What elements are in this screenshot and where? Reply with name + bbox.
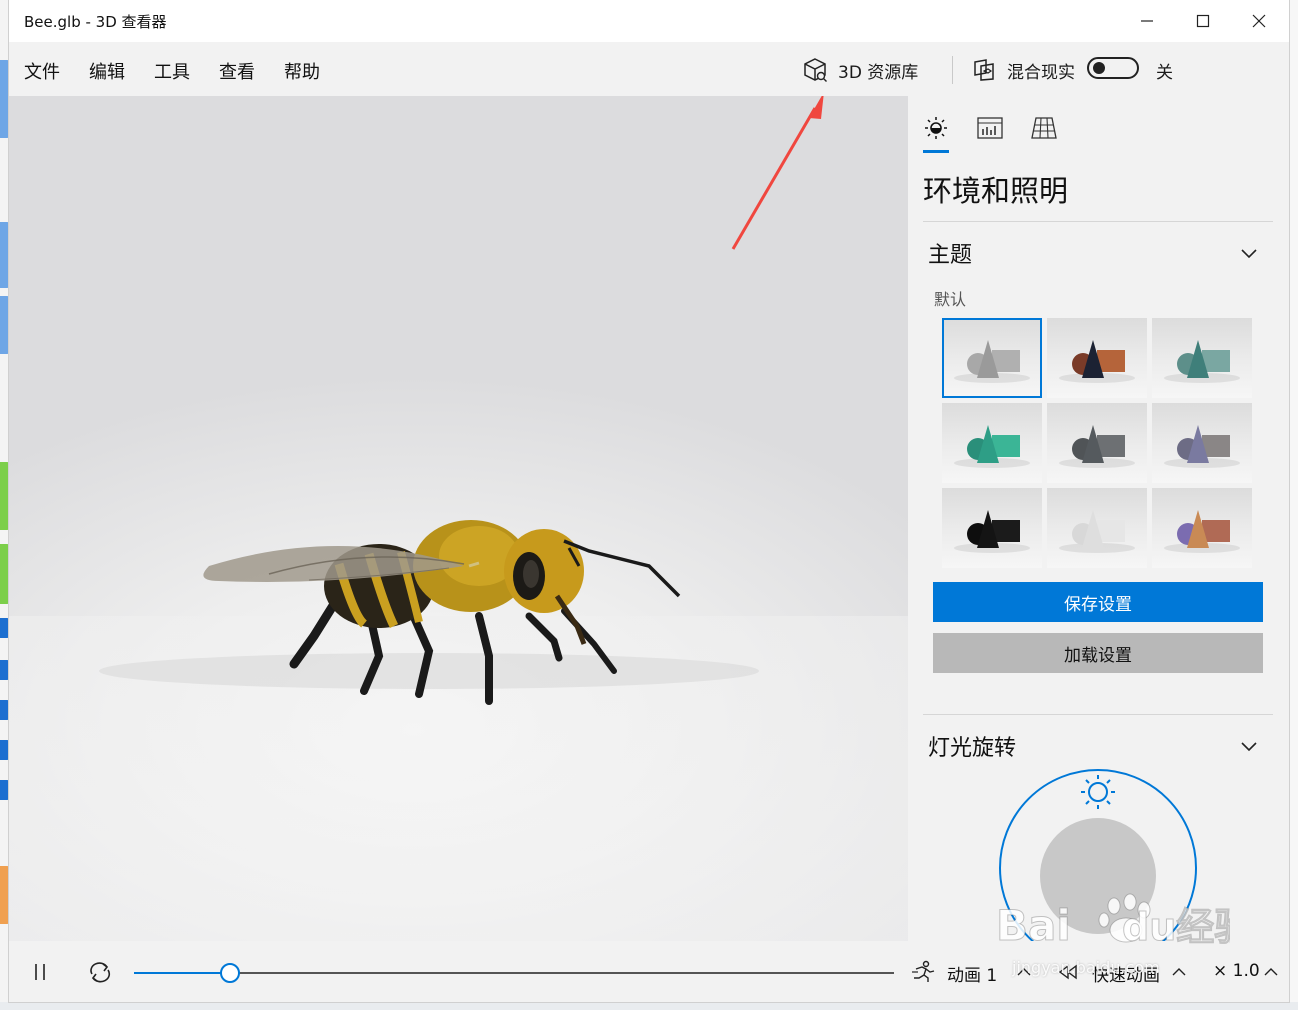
toggle-knob xyxy=(1093,62,1105,74)
mixed-reality-toggle[interactable] xyxy=(1087,57,1139,79)
background-desktop-bottom xyxy=(0,1002,1298,1010)
theme-tile-dark-copper[interactable] xyxy=(1047,318,1147,398)
background-chip xyxy=(0,462,9,530)
environment-panel: 环境和照明 主题 默认 保存设置 加载设置 灯光旋转 xyxy=(908,96,1289,941)
cube-library-icon xyxy=(804,58,827,82)
theme-preview-shapes xyxy=(954,340,1030,383)
menu-help[interactable]: 帮助 xyxy=(284,58,320,84)
annotation-arrow xyxy=(731,96,824,250)
theme-preview-shapes xyxy=(1164,425,1240,468)
background-chip xyxy=(0,60,9,138)
chevron-up-icon[interactable] xyxy=(1172,965,1186,979)
tab-stats[interactable] xyxy=(976,114,1004,142)
3d-library-button[interactable]: 3D 资源库 xyxy=(802,56,918,84)
light-rotation-dial[interactable] xyxy=(996,766,1201,941)
3d-library-label: 3D 资源库 xyxy=(838,62,919,83)
menu-view[interactable]: 查看 xyxy=(219,58,255,84)
mixed-reality-icon xyxy=(974,59,994,81)
tab-environment[interactable] xyxy=(922,114,950,142)
mixed-reality-label: 混合现实 xyxy=(1007,62,1075,83)
app-window: Bee.glb - 3D 查看器 文件 编辑 工具 查看 帮助 3D 资源库 混… xyxy=(9,0,1289,1002)
background-chip xyxy=(0,296,9,354)
load-settings-button[interactable]: 加载设置 xyxy=(933,633,1263,673)
sun-icon xyxy=(925,117,947,139)
theme-subtitle: 默认 xyxy=(934,290,967,309)
title-bar: Bee.glb - 3D 查看器 xyxy=(9,0,1289,42)
theme-preview-shapes xyxy=(1164,510,1240,553)
divider xyxy=(923,221,1273,222)
mixed-reality-button[interactable]: 混合现实 xyxy=(971,56,1075,84)
chevron-up-icon[interactable] xyxy=(1264,965,1278,979)
window-title: Bee.glb - 3D 查看器 xyxy=(24,13,167,31)
divider xyxy=(923,714,1273,715)
save-settings-button[interactable]: 保存设置 xyxy=(933,582,1263,622)
minimize-button[interactable] xyxy=(1119,0,1175,42)
background-chip xyxy=(0,544,9,604)
running-figure-icon xyxy=(912,960,935,982)
theme-tile-teal-muted[interactable] xyxy=(1152,318,1252,398)
background-chip xyxy=(0,660,9,680)
theme-tile-black[interactable] xyxy=(942,488,1042,568)
minimize-icon xyxy=(1141,20,1153,22)
background-chip xyxy=(0,618,9,638)
maximize-button[interactable] xyxy=(1175,0,1231,42)
timeline-thumb[interactable] xyxy=(219,963,240,983)
panel-title: 环境和照明 xyxy=(923,174,1069,208)
light-rotation-section-header[interactable]: 灯光旋转 xyxy=(928,730,1016,762)
background-chip xyxy=(0,866,9,924)
theme-grid xyxy=(942,318,1252,568)
maximize-icon xyxy=(1196,14,1210,28)
theme-section-header[interactable]: 主题 xyxy=(928,237,972,269)
menu-edit[interactable]: 编辑 xyxy=(89,58,125,84)
timeline-progress xyxy=(134,972,230,974)
loop-button[interactable] xyxy=(87,959,113,985)
chevron-down-icon[interactable] xyxy=(1240,244,1258,262)
menu-separator xyxy=(952,56,953,84)
theme-tile-purple-gray[interactable] xyxy=(1152,403,1252,483)
theme-tile-gray[interactable] xyxy=(942,318,1042,398)
theme-tile-green[interactable] xyxy=(942,403,1042,483)
stats-chart-icon xyxy=(977,117,1003,139)
menu-file[interactable]: 文件 xyxy=(24,58,60,84)
theme-preview-shapes xyxy=(1164,340,1240,383)
theme-preview-shapes xyxy=(1059,510,1135,553)
grid-icon xyxy=(1031,117,1057,139)
theme-preview-shapes xyxy=(1059,425,1135,468)
timeline-slider[interactable] xyxy=(134,972,894,974)
chevron-down-icon[interactable] xyxy=(1240,737,1258,755)
theme-preview-shapes xyxy=(1059,340,1135,383)
loop-icon xyxy=(90,962,111,983)
speed-multiplier[interactable]: × 1.0 xyxy=(1213,961,1260,981)
pause-icon xyxy=(35,964,45,980)
background-chip xyxy=(0,740,9,760)
background-chip xyxy=(0,700,9,720)
close-button[interactable] xyxy=(1231,0,1287,42)
light-sun-icon xyxy=(1081,775,1115,809)
background-chip xyxy=(0,780,9,800)
background-chip xyxy=(0,222,9,288)
menu-tools[interactable]: 工具 xyxy=(154,58,190,84)
theme-tile-multicolor[interactable] xyxy=(1152,488,1252,568)
background-window-strip-right xyxy=(1289,0,1298,1010)
theme-preview-shapes xyxy=(954,510,1030,553)
close-icon xyxy=(1252,14,1266,28)
3d-viewport[interactable] xyxy=(9,96,908,941)
theme-tile-dark-gray[interactable] xyxy=(1047,403,1147,483)
mixed-reality-state: 关 xyxy=(1156,63,1173,83)
watermark-url: jingyan.baidu.com xyxy=(1012,958,1160,977)
theme-tile-white[interactable] xyxy=(1047,488,1147,568)
animation-name[interactable]: 动画 1 xyxy=(947,961,997,986)
tab-grid[interactable] xyxy=(1030,114,1058,142)
active-tab-indicator xyxy=(923,150,949,153)
theme-preview-shapes xyxy=(954,425,1030,468)
animation-select-icon-wrap[interactable] xyxy=(910,959,936,985)
pause-button[interactable] xyxy=(27,959,53,985)
background-window-strip-left xyxy=(0,0,9,1010)
